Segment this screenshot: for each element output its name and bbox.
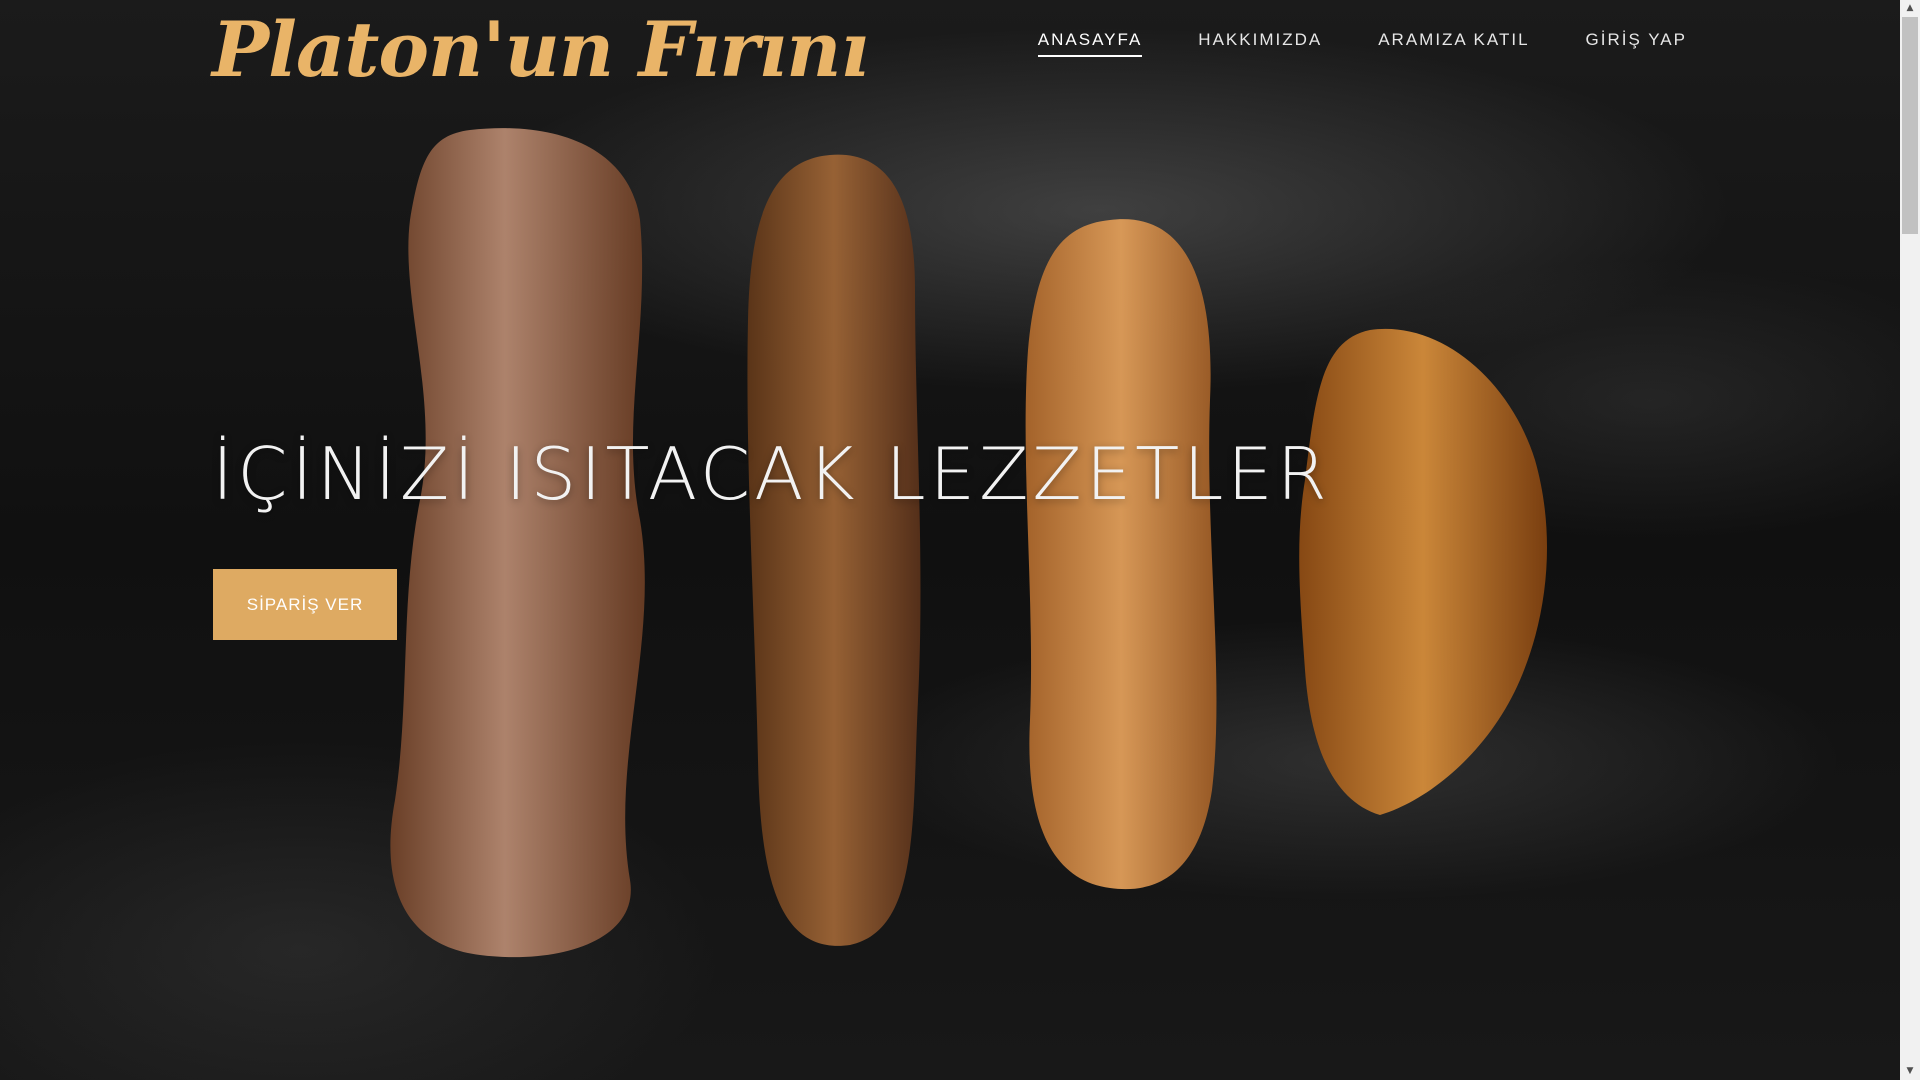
page: Platon'un Fırını ANASAYFA HAKKIMIZDA ARA… (0, 0, 1920, 1080)
site-logo[interactable]: Platon'un Fırını (212, 0, 869, 100)
page-scrollbar[interactable]: ▲ ▼ (1900, 0, 1920, 1080)
nav-item-aramiza-katil[interactable]: ARAMIZA KATIL (1378, 30, 1529, 57)
hero-background (0, 0, 1900, 1080)
croissant (1299, 328, 1547, 815)
scroll-down-arrow-icon[interactable]: ▼ (1900, 1063, 1920, 1080)
nav-item-hakkimizda[interactable]: HAKKIMIZDA (1198, 30, 1322, 57)
white-baguette (1025, 219, 1217, 890)
ciabatta-bread (390, 128, 645, 958)
hero-headline: İÇİNİZİ ISITACAK LEZZETLER (212, 432, 1331, 516)
nav-item-anasayfa[interactable]: ANASAYFA (1037, 30, 1143, 57)
scroll-up-arrow-icon[interactable]: ▲ (1900, 0, 1920, 17)
scrollbar-thumb[interactable] (1902, 17, 1918, 234)
nav-item-giris-yap[interactable]: GİRİŞ YAP (1586, 30, 1687, 57)
hero-bread-image (390, 128, 1547, 958)
order-button[interactable]: SİPARİŞ VER (213, 569, 397, 640)
seeded-baguette (747, 154, 921, 946)
main-nav: ANASAYFA HAKKIMIZDA ARAMIZA KATIL GİRİŞ … (1037, 30, 1687, 57)
site-header: Platon'un Fırını ANASAYFA HAKKIMIZDA ARA… (0, 0, 1900, 100)
